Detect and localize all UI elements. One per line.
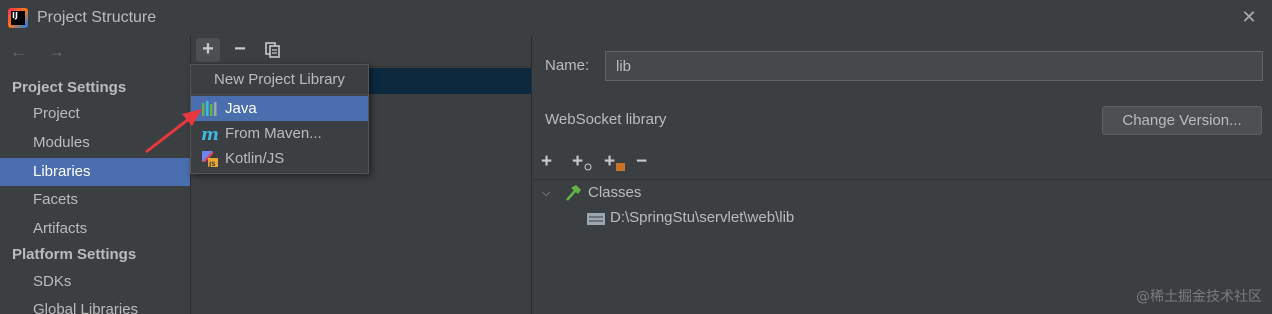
popup-item-label: Kotlin/JS: [225, 150, 285, 167]
name-label: Name:: [545, 57, 590, 74]
title-bar: IJ Project Structure ✕: [0, 0, 1272, 36]
sidebar-item-facets[interactable]: Facets: [0, 186, 190, 214]
sidebar-item-libraries[interactable]: Libraries: [0, 158, 190, 186]
sidebar-item-artifacts[interactable]: Artifacts: [0, 215, 190, 243]
popup-item-java[interactable]: Java: [191, 96, 368, 121]
tree-node-label: D:\SpringStu\servlet\web\lib: [610, 209, 795, 226]
add-url-button[interactable]: +: [572, 150, 594, 174]
folder-icon: [587, 213, 605, 225]
add-url-label: +: [572, 151, 584, 172]
popup-item-label: Java: [225, 100, 257, 117]
copy-icon: [265, 42, 280, 58]
copy-library-button[interactable]: [261, 38, 285, 62]
settings-sidebar: ← → Project Settings Project Modules Lib…: [0, 36, 190, 314]
project-settings-header: Project Settings: [12, 79, 127, 96]
popup-item-kotlin-js[interactable]: JS Kotlin/JS: [191, 146, 368, 171]
remove-classes-button[interactable]: −: [636, 150, 658, 174]
library-name-field[interactable]: [605, 51, 1263, 81]
close-icon[interactable]: ✕: [1240, 8, 1258, 26]
globe-icon: [584, 163, 592, 171]
add-jar-button[interactable]: +: [604, 150, 626, 174]
hammer-icon: [566, 185, 581, 201]
platform-settings-header: Platform Settings: [12, 246, 137, 263]
popup-item-label: From Maven...: [225, 125, 322, 142]
window-title: Project Structure: [37, 9, 157, 26]
popup-title: New Project Library: [191, 65, 368, 95]
add-library-button[interactable]: +: [196, 38, 220, 62]
jar-icon: [616, 163, 625, 171]
add-jar-label: +: [604, 151, 616, 172]
chevron-down-icon[interactable]: ⌵: [542, 181, 550, 205]
add-classes-button[interactable]: +: [541, 150, 563, 174]
tree-node-path[interactable]: D:\SpringStu\servlet\web\lib: [533, 206, 1272, 230]
libraries-toolbar: + −: [191, 36, 531, 64]
library-type-label: WebSocket library: [545, 111, 667, 128]
back-forward-arrows[interactable]: ← →: [10, 42, 73, 62]
tree-node-classes[interactable]: ⌵ Classes: [533, 181, 1272, 205]
sidebar-item-global-libraries[interactable]: Global Libraries: [0, 296, 190, 314]
sidebar-item-sdks[interactable]: SDKs: [0, 268, 190, 296]
intellij-app-icon: IJ: [8, 8, 28, 28]
watermark: @稀土掘金技术社区: [1136, 289, 1262, 305]
remove-library-button[interactable]: −: [228, 38, 252, 62]
library-details-panel: Name: WebSocket library Change Version..…: [533, 36, 1272, 314]
change-version-button[interactable]: Change Version...: [1102, 106, 1262, 135]
svg-text:JS: JS: [208, 161, 216, 167]
new-project-library-popup: New Project Library Java m From Maven...…: [190, 64, 369, 174]
popup-item-from-maven[interactable]: m From Maven...: [191, 121, 368, 146]
tree-node-label: Classes: [588, 184, 642, 201]
annotation-arrow-icon: [145, 109, 202, 154]
